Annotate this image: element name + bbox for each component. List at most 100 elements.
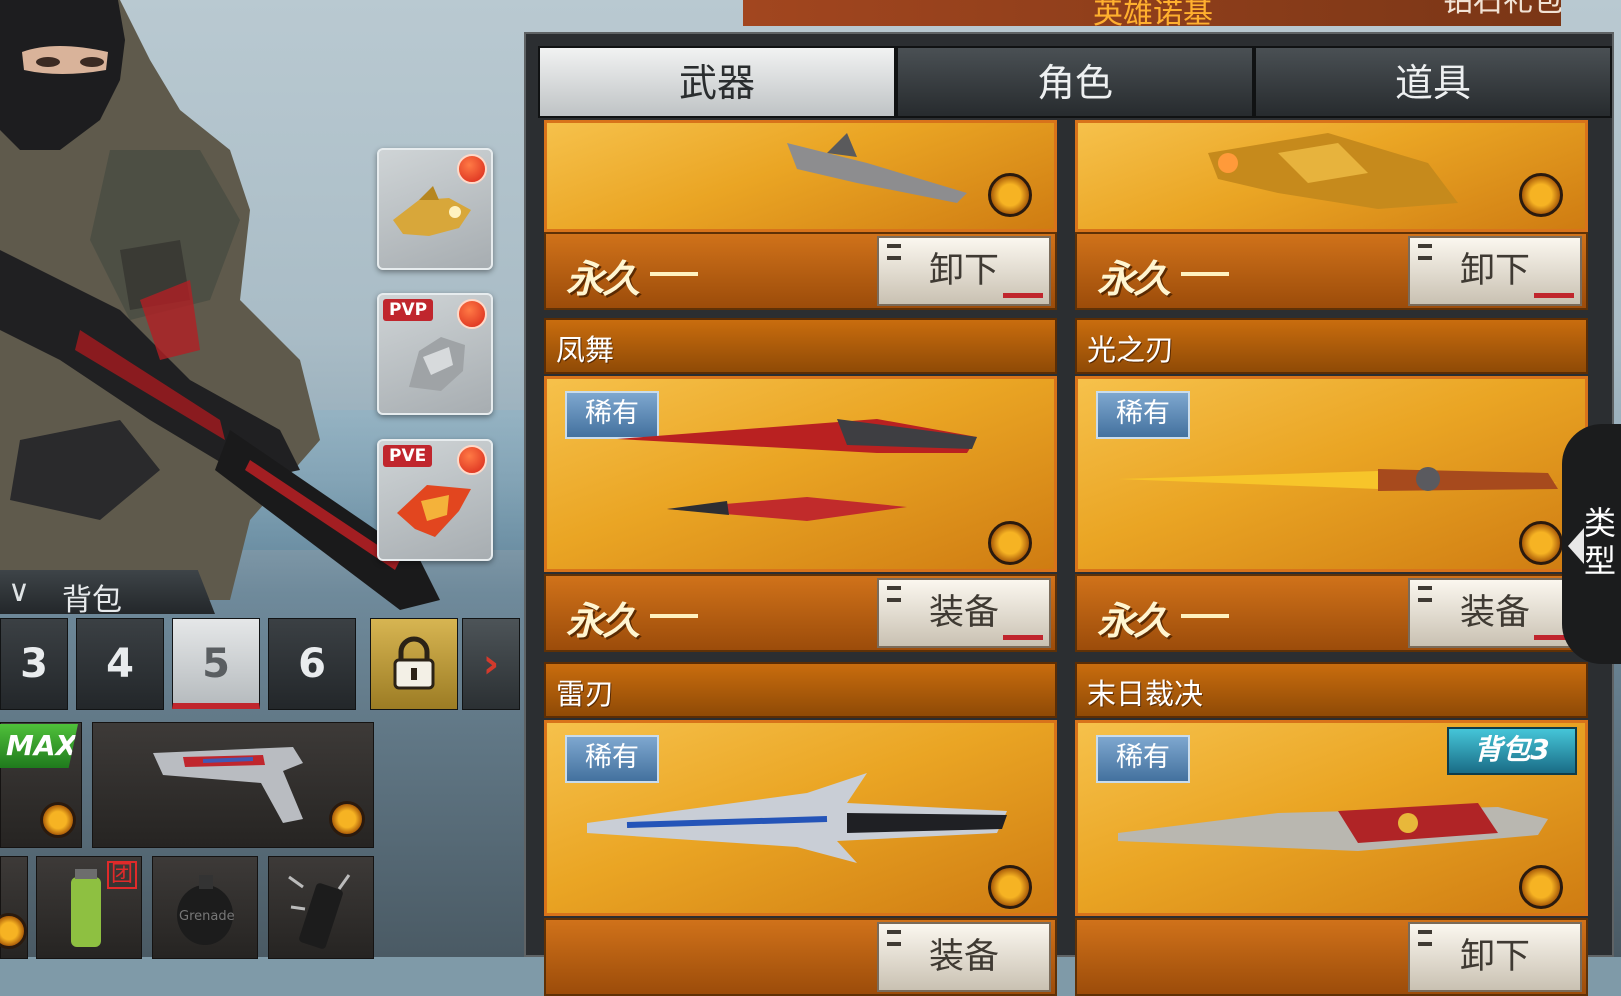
item-tile-grenade[interactable]: Grenade bbox=[152, 856, 258, 959]
weapon-image-box: 稀有 背包3 bbox=[1075, 720, 1588, 916]
coin-icon bbox=[0, 913, 27, 949]
category-tabs: 武器 角色 道具 bbox=[538, 46, 1612, 118]
tab-weapons[interactable]: 武器 bbox=[538, 46, 896, 118]
grenade-label: Grenade bbox=[179, 909, 235, 924]
tab-items[interactable]: 道具 bbox=[1254, 46, 1612, 118]
flame-phoenix-emblem-icon bbox=[397, 485, 471, 537]
thunder-blade-icon bbox=[587, 773, 1007, 863]
menu-icon bbox=[887, 586, 901, 602]
weapon-bottom-bar: 永久 装备 bbox=[1075, 574, 1588, 652]
announcement-highlight: 英雄诺基 bbox=[1093, 0, 1213, 26]
unequip-button[interactable]: 卸下 bbox=[877, 236, 1051, 306]
weapon-bottom-bar: 永久 卸下 bbox=[544, 232, 1057, 310]
equip-button[interactable]: 装备 bbox=[877, 578, 1051, 648]
coin-icon bbox=[329, 801, 365, 837]
coin-icon bbox=[988, 521, 1032, 565]
weapon-bottom-bar: 永久 装备 bbox=[544, 574, 1057, 652]
weapon-tile-pistol[interactable] bbox=[92, 722, 374, 848]
duration-label: 永久 bbox=[1097, 257, 1171, 301]
equip-button-label: 装备 bbox=[928, 593, 999, 633]
duration-label: 永久 bbox=[566, 599, 640, 643]
weapon-bottom-bar: 装备 bbox=[544, 918, 1057, 996]
chevron-left-icon bbox=[1568, 528, 1584, 564]
coin-icon bbox=[40, 802, 76, 838]
unequip-button-label: 卸下 bbox=[1459, 937, 1530, 977]
equip-button-label: 装备 bbox=[1459, 593, 1530, 633]
duration-label: 永久 bbox=[1097, 599, 1171, 643]
locked-slot[interactable] bbox=[370, 618, 458, 710]
type-filter-tab[interactable]: 类型 bbox=[1562, 424, 1621, 664]
weapon-image-box bbox=[1075, 120, 1588, 232]
unequip-button[interactable]: 卸下 bbox=[1408, 922, 1582, 992]
coin-icon bbox=[1519, 521, 1563, 565]
duration-underline bbox=[1181, 614, 1229, 618]
red-indicator bbox=[1534, 293, 1574, 298]
menu-icon bbox=[887, 244, 901, 260]
weapon-name-bar: 光之刃 bbox=[1075, 318, 1588, 374]
menu-icon bbox=[1418, 244, 1432, 260]
coin-icon bbox=[1519, 173, 1563, 217]
equip-button[interactable]: 装备 bbox=[1408, 578, 1582, 648]
weapon-name-bar: 末日裁决 bbox=[1075, 662, 1588, 718]
unequip-button-label: 卸下 bbox=[928, 251, 999, 291]
golden-wolf-emblem-icon bbox=[393, 186, 471, 236]
duration-underline bbox=[1181, 272, 1229, 276]
red-indicator bbox=[1003, 635, 1043, 640]
unequip-button[interactable]: 卸下 bbox=[1408, 236, 1582, 306]
weapon-name-bar: 凤舞 bbox=[544, 318, 1057, 374]
weapon-name-bar: 雷刃 bbox=[544, 662, 1057, 718]
chevron-right-icon: › bbox=[482, 641, 500, 687]
weapon-name: 凤舞 bbox=[556, 333, 615, 367]
backpack-header[interactable]: ∨ 背包 bbox=[0, 570, 215, 614]
backpack-slot-3[interactable]: 3 bbox=[0, 618, 68, 710]
item-tile-flashbang[interactable] bbox=[268, 856, 374, 959]
mode-badge-default[interactable] bbox=[377, 148, 493, 270]
type-filter-label: 类型 bbox=[1584, 504, 1617, 580]
weapon-name: 雷刃 bbox=[556, 677, 615, 711]
weapon-name: 光之刃 bbox=[1087, 333, 1175, 367]
max-badge: MAX bbox=[0, 724, 78, 768]
coin-icon bbox=[988, 173, 1032, 217]
phoenix-dance-blade-icon bbox=[617, 419, 977, 521]
duration-underline bbox=[650, 614, 698, 618]
coin-icon bbox=[1519, 865, 1563, 909]
backpack-title: 背包 bbox=[62, 583, 122, 618]
announcement-text: 钻石礼包大奖公告: bbox=[1443, 0, 1561, 19]
item-tile-smoke-grenade[interactable]: 团 bbox=[36, 856, 142, 959]
weapon-image-box: 稀有 bbox=[544, 376, 1057, 572]
unequip-button-label: 卸下 bbox=[1459, 251, 1530, 291]
weapon-image-box: 稀有 bbox=[544, 720, 1057, 916]
duration-underline bbox=[650, 272, 698, 276]
weapon-image-box bbox=[544, 120, 1057, 232]
weapon-bottom-bar: 永久 卸下 bbox=[1075, 232, 1588, 310]
coin-icon bbox=[988, 865, 1032, 909]
mode-badge-pvp[interactable]: PVP bbox=[377, 293, 493, 415]
backpack-slot-4[interactable]: 4 bbox=[76, 618, 164, 710]
silver-dragon-rifle-icon bbox=[787, 133, 967, 203]
next-slot-arrow[interactable]: › bbox=[462, 618, 520, 710]
backpack-slot-5[interactable]: 5 bbox=[172, 618, 260, 709]
team-badge: 团 bbox=[106, 861, 137, 889]
weapon-name: 末日裁决 bbox=[1087, 677, 1204, 711]
chevron-down-icon: ∨ bbox=[8, 574, 30, 609]
item-tile-partial[interactable] bbox=[0, 856, 28, 959]
tab-characters[interactable]: 角色 bbox=[896, 46, 1254, 118]
weapon-bottom-bar: 卸下 bbox=[1075, 918, 1588, 996]
weapon-image-box: 稀有 bbox=[1075, 376, 1588, 572]
equip-button[interactable]: 装备 bbox=[877, 922, 1051, 992]
flashbang-icon bbox=[288, 874, 351, 949]
red-indicator bbox=[1003, 293, 1043, 298]
equip-button-label: 装备 bbox=[928, 937, 999, 977]
doomsday-judgement-blade-icon bbox=[1118, 803, 1548, 851]
menu-icon bbox=[1418, 930, 1432, 946]
grenade-icon bbox=[177, 875, 233, 945]
padlock-icon bbox=[393, 636, 435, 690]
golden-dragon-gun-icon bbox=[1208, 133, 1458, 209]
announcement-banner: 钻石礼包大奖公告: 英雄诺基 bbox=[743, 0, 1561, 26]
duration-label: 永久 bbox=[566, 257, 640, 301]
menu-icon bbox=[1418, 586, 1432, 602]
backpack-slot-6[interactable]: 6 bbox=[268, 618, 356, 710]
mode-badge-pve[interactable]: PVE bbox=[377, 439, 493, 561]
menu-icon bbox=[887, 930, 901, 946]
light-blade-icon bbox=[1118, 467, 1558, 491]
